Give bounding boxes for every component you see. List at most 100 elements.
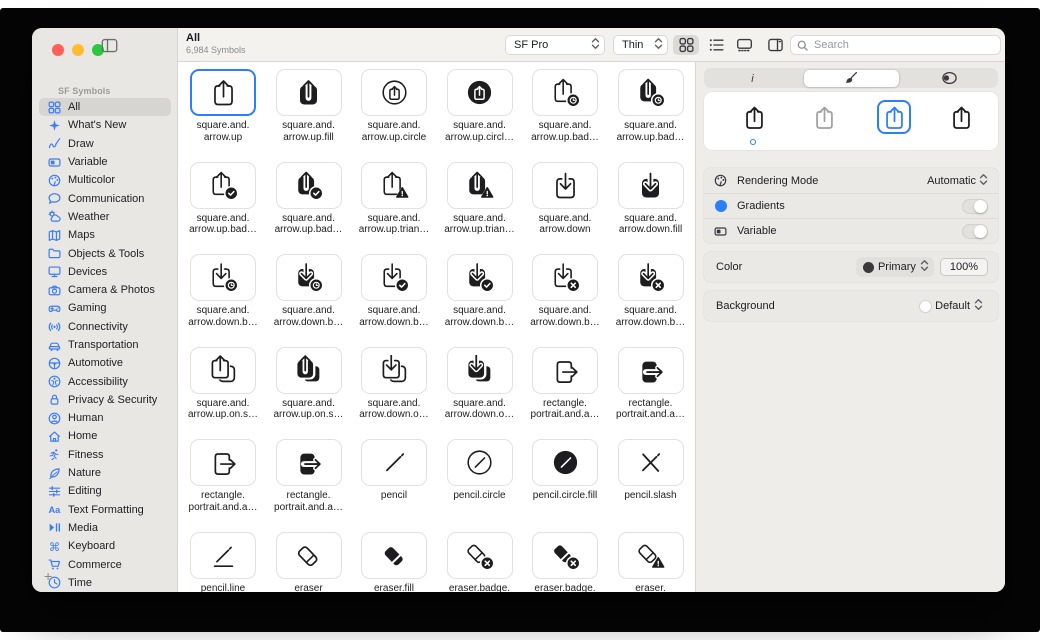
symbol-cell-square.and.arrow.up.trian[interactable]: square.and.arrow.up.trian… bbox=[361, 162, 427, 236]
symbol-cell-square.and.arrow.up.circle[interactable]: square.and.arrow.up.circle bbox=[361, 69, 427, 143]
search-input[interactable] bbox=[812, 38, 994, 52]
rendering-preview-1[interactable] bbox=[807, 100, 841, 134]
variable-toggle[interactable] bbox=[962, 224, 988, 239]
symbol-cell-square.and.arrow.down.o[interactable]: square.and.arrow.down.o… bbox=[447, 347, 513, 421]
opacity-field[interactable]: 100% bbox=[940, 258, 988, 276]
color-select[interactable]: Primary bbox=[856, 257, 934, 277]
sidebar-item-automotive[interactable]: Automotive bbox=[39, 354, 171, 372]
sidebar-item-devices[interactable]: Devices bbox=[39, 263, 171, 281]
sidebar-item-home[interactable]: Home bbox=[39, 427, 171, 445]
symbol-cell-eraser.fill[interactable]: eraser.fill bbox=[361, 532, 427, 593]
pencil-circle-fill-symbol-icon bbox=[532, 439, 598, 486]
sidebar-list: AllWhat's NewDraw Variable MulticolorCommu… bbox=[39, 98, 171, 592]
symbol-cell-square.and.arrow.up.on.s[interactable]: square.and.arrow.up.on.s… bbox=[190, 347, 256, 421]
sidebar-item-transportation[interactable]: Transportation bbox=[39, 336, 171, 354]
sidebar-item-label: Media bbox=[68, 522, 98, 534]
sidebar-item-connectivity[interactable]: Connectivity bbox=[39, 318, 171, 336]
symbol-cell-pencil.slash[interactable]: pencil.slash bbox=[618, 439, 684, 502]
grid-view-button[interactable] bbox=[673, 35, 699, 55]
variable-label: Variable bbox=[737, 225, 962, 237]
sidebar-item-editing[interactable]: Editing bbox=[39, 482, 171, 500]
symbol-cell-rectangle.portrait.and.a[interactable]: rectangle.portrait.and.a… bbox=[190, 439, 256, 513]
symbol-cell-rectangle.portrait.and.a[interactable]: rectangle.portrait.and.a… bbox=[532, 347, 598, 421]
close-button[interactable] bbox=[52, 44, 64, 56]
sidebar-item-label: Weather bbox=[68, 211, 109, 223]
symbol-cell-pencil.line[interactable]: pencil.line bbox=[190, 532, 256, 593]
sidebar-item-communication[interactable]: Communication bbox=[39, 189, 171, 207]
inspector-tab-info[interactable]: i bbox=[706, 70, 801, 87]
font-select[interactable]: SF Pro bbox=[505, 35, 605, 55]
symbol-cell-eraser[interactable]: eraser bbox=[276, 532, 342, 593]
symbol-cell-square.and.arrow.up.fill[interactable]: square.and.arrow.up.fill bbox=[276, 69, 342, 143]
rendering-preview-0[interactable] bbox=[737, 100, 771, 134]
sidebar-item-maps[interactable]: Maps bbox=[39, 226, 171, 244]
sidebar-item-objects-tools[interactable]: Objects & Tools bbox=[39, 244, 171, 262]
sidebar-item-all[interactable]: All bbox=[39, 98, 171, 116]
panel-view-button[interactable] bbox=[762, 35, 788, 55]
rendering-preview-3[interactable] bbox=[944, 100, 978, 134]
sidebar-item-camera-photos[interactable]: Camera & Photos bbox=[39, 281, 171, 299]
sidebar-item-fitness[interactable]: Fitness bbox=[39, 446, 171, 464]
sidebar-item-weather[interactable]: Weather bbox=[39, 208, 171, 226]
antenna-icon bbox=[47, 320, 62, 334]
add-collection-button[interactable]: + bbox=[44, 568, 52, 584]
minimize-button[interactable] bbox=[72, 44, 84, 56]
sidebar-item-what-s-new[interactable]: What's New bbox=[39, 116, 171, 134]
symbol-cell-square.and.arrow.up.trian[interactable]: square.and.arrow.up.trian… bbox=[447, 162, 513, 236]
symbol-cell-square.and.arrow.up.circl[interactable]: square.and.arrow.up.circl… bbox=[447, 69, 513, 143]
symbol-cell-eraser.badge.[interactable]: eraser.badge. bbox=[447, 532, 513, 593]
weight-select[interactable]: Thin bbox=[613, 35, 668, 55]
symbol-cell-rectangle.portrait.and.a[interactable]: rectangle.portrait.and.a… bbox=[276, 439, 342, 513]
inspector-tab-paintbrush[interactable] bbox=[804, 70, 899, 87]
background-select[interactable]: Default bbox=[913, 296, 988, 316]
toolbar: All 6,984 Symbols SF Pro Thin bbox=[178, 28, 1005, 62]
symbol-cell-square.and.arrow.down.fill[interactable]: square.and.arrow.down.fill bbox=[618, 162, 684, 236]
symbol-cell-pencil.circle.fill[interactable]: pencil.circle.fill bbox=[532, 439, 598, 502]
symbol-cell-square.and.arrow.up.on.s[interactable]: square.and.arrow.up.on.s… bbox=[276, 347, 342, 421]
symbol-cell-square.and.arrow.down.b[interactable]: square.and.arrow.down.b… bbox=[447, 254, 513, 328]
sidebar-item-variable[interactable]: Variable bbox=[39, 153, 171, 171]
symbol-cell-square.and.arrow.down.b[interactable]: square.and.arrow.down.b… bbox=[532, 254, 598, 328]
symbol-cell-square.and.arrow.up.bad[interactable]: square.and.arrow.up.bad… bbox=[276, 162, 342, 236]
symbol-cell-square.and.arrow.up.bad[interactable]: square.and.arrow.up.bad… bbox=[618, 69, 684, 143]
sidebar-item-commerce[interactable]: Commerce bbox=[39, 555, 171, 573]
symbol-cell-pencil.circle[interactable]: pencil.circle bbox=[447, 439, 513, 502]
person-icon bbox=[47, 411, 62, 425]
symbol-name-label: rectangle.portrait.and.a… bbox=[522, 398, 608, 421]
sidebar-item-draw[interactable]: Draw bbox=[39, 135, 171, 153]
rendering-preview-2[interactable] bbox=[877, 100, 911, 134]
symbol-cell-square.and.arrow.up.bad[interactable]: square.and.arrow.up.bad… bbox=[190, 162, 256, 236]
gallery-view-button[interactable] bbox=[731, 35, 757, 55]
symbol-cell-square.and.arrow.down.o[interactable]: square.and.arrow.down.o… bbox=[361, 347, 427, 421]
sidebar-item-label: Devices bbox=[68, 266, 107, 278]
sidebar-item-multicolor[interactable]: Multicolor bbox=[39, 171, 171, 189]
sidebar-item-media[interactable]: Media bbox=[39, 519, 171, 537]
symbol-cell-square.and.arrow.down.b[interactable]: square.and.arrow.down.b… bbox=[618, 254, 684, 328]
search-field[interactable] bbox=[790, 35, 1001, 55]
sidebar-item-text-formatting[interactable]: AaText Formatting bbox=[39, 501, 171, 519]
symbol-cell-eraser.[interactable]: eraser. bbox=[618, 532, 684, 593]
sidebar-item-privacy-security[interactable]: Privacy & Security bbox=[39, 391, 171, 409]
sidebar-item-nature[interactable]: Nature bbox=[39, 464, 171, 482]
symbol-name-label: square.and.arrow.up.bad… bbox=[180, 213, 266, 236]
symbol-cell-rectangle.portrait.and.a[interactable]: rectangle.portrait.and.a… bbox=[618, 347, 684, 421]
list-view-button[interactable] bbox=[703, 35, 729, 55]
sidebar-toggle-icon[interactable] bbox=[100, 38, 118, 54]
symbol-cell-eraser.badge.[interactable]: eraser.badge. bbox=[532, 532, 598, 593]
symbol-cell-square.and.arrow.up[interactable]: square.and.arrow.up bbox=[190, 69, 256, 143]
rendering-mode-select[interactable]: Automatic bbox=[927, 173, 988, 189]
symbol-cell-square.and.arrow.down[interactable]: square.and.arrow.down bbox=[532, 162, 598, 236]
symbol-cell-square.and.arrow.down.b[interactable]: square.and.arrow.down.b… bbox=[276, 254, 342, 328]
gradients-toggle[interactable] bbox=[962, 199, 988, 214]
inspector-tab-animate[interactable] bbox=[902, 70, 997, 87]
sidebar-item-keyboard[interactable]: ⌘Keyboard bbox=[39, 537, 171, 555]
symbol-cell-square.and.arrow.down.b[interactable]: square.and.arrow.down.b… bbox=[361, 254, 427, 328]
sidebar-item-time[interactable]: Time bbox=[39, 574, 171, 592]
symbol-cell-square.and.arrow.down.b[interactable]: square.and.arrow.down.b… bbox=[190, 254, 256, 328]
sidebar-item-label: Variable bbox=[68, 156, 108, 168]
symbol-cell-square.and.arrow.up.bad[interactable]: square.and.arrow.up.bad… bbox=[532, 69, 598, 143]
symbol-cell-pencil[interactable]: pencil bbox=[361, 439, 427, 502]
sidebar-item-human[interactable]: Human bbox=[39, 409, 171, 427]
sidebar-item-accessibility[interactable]: Accessibility bbox=[39, 372, 171, 390]
sidebar-item-gaming[interactable]: Gaming bbox=[39, 299, 171, 317]
